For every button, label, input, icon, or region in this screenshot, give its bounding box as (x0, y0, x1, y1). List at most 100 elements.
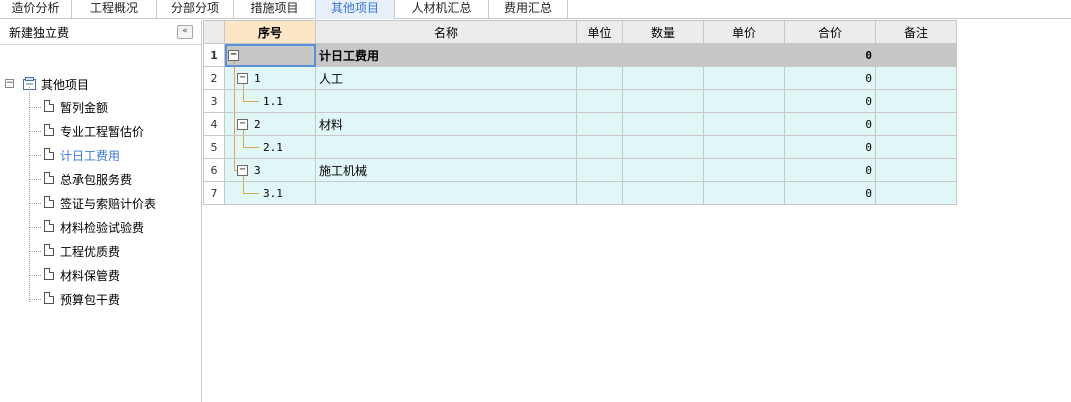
remarks-cell[interactable] (875, 181, 957, 205)
seq-cell[interactable]: − 3 (224, 158, 316, 182)
total-cell[interactable]: 0 (784, 158, 876, 182)
unit-cell[interactable] (576, 66, 623, 90)
quantity-cell[interactable] (622, 43, 704, 67)
row-number[interactable]: 6 (203, 158, 225, 182)
quantity-cell[interactable] (622, 66, 704, 90)
total-cell[interactable]: 0 (784, 66, 876, 90)
quantity-cell[interactable] (622, 135, 704, 159)
seq-cell[interactable]: − 1 (224, 66, 316, 90)
quantity-cell[interactable] (622, 89, 704, 113)
quantity-cell[interactable] (622, 158, 704, 182)
document-icon (44, 220, 54, 232)
minus-box-icon[interactable]: − (237, 165, 248, 176)
total-cell[interactable]: 0 (784, 112, 876, 136)
quantity-cell[interactable] (622, 181, 704, 205)
remarks-cell[interactable] (875, 66, 957, 90)
name-cell[interactable] (315, 89, 577, 113)
daywork-grid: 序号 名称 单位 数量 单价 合价 备注 1 − 计日工费用 0 2 − 1 人… (203, 20, 957, 205)
table-row[interactable]: 7 3.1 0 (203, 181, 957, 205)
table-row[interactable]: 4 − 2 材料 0 (203, 112, 957, 136)
tab-other-items[interactable]: 其他项目 (316, 0, 395, 19)
total-cell[interactable]: 0 (784, 135, 876, 159)
name-cell[interactable]: 人工 (315, 66, 577, 90)
seq-cell[interactable]: − (224, 43, 316, 67)
table-row[interactable]: 5 2.1 0 (203, 135, 957, 159)
unit-cell[interactable] (576, 158, 623, 182)
tree-item-budget-lump-sum-fee[interactable]: 预算包干费 (0, 290, 200, 310)
column-header-seq[interactable]: 序号 (224, 20, 316, 44)
remarks-cell[interactable] (875, 112, 957, 136)
column-header-remarks[interactable]: 备注 (875, 20, 957, 44)
unit-price-cell[interactable] (703, 112, 785, 136)
tab-project-overview[interactable]: 工程概况 (72, 0, 157, 19)
minus-box-icon[interactable]: − (237, 119, 248, 130)
table-row[interactable]: 1 − 计日工费用 0 (203, 43, 957, 67)
unit-cell[interactable] (576, 135, 623, 159)
tab-measures[interactable]: 措施项目 (234, 0, 316, 19)
row-number[interactable]: 7 (203, 181, 225, 205)
unit-cell[interactable] (576, 112, 623, 136)
total-cell[interactable]: 0 (784, 181, 876, 205)
row-number[interactable]: 3 (203, 89, 225, 113)
seq-text: 3 (254, 164, 261, 177)
column-header-unit[interactable]: 单位 (576, 20, 623, 44)
tree-item-general-contract-service-fee[interactable]: 总承包服务费 (0, 170, 200, 190)
name-cell[interactable] (315, 135, 577, 159)
unit-cell[interactable] (576, 181, 623, 205)
unit-price-cell[interactable] (703, 43, 785, 67)
column-header-quantity[interactable]: 数量 (622, 20, 704, 44)
tree-item-quality-fee[interactable]: 工程优质费 (0, 242, 200, 262)
unit-cell[interactable] (576, 43, 623, 67)
seq-cell[interactable]: − 2 (224, 112, 316, 136)
column-header-name[interactable]: 名称 (315, 20, 577, 44)
minus-box-icon[interactable]: − (5, 79, 14, 88)
document-icon (44, 244, 54, 256)
row-number[interactable]: 4 (203, 112, 225, 136)
name-cell[interactable]: 材料 (315, 112, 577, 136)
unit-price-cell[interactable] (703, 158, 785, 182)
new-independent-fee-button[interactable]: 新建独立费 (9, 24, 69, 41)
unit-price-cell[interactable] (703, 89, 785, 113)
seq-cell[interactable]: 1.1 (224, 89, 316, 113)
tree-item-material-storage-fee[interactable]: 材料保管费 (0, 266, 200, 286)
document-icon (44, 100, 54, 112)
tab-sub-items[interactable]: 分部分项 (157, 0, 234, 19)
seq-cell[interactable]: 3.1 (224, 181, 316, 205)
table-row[interactable]: 3 1.1 0 (203, 89, 957, 113)
tree-item-visa-claims-table[interactable]: 签证与索赔计价表 (0, 194, 200, 214)
remarks-cell[interactable] (875, 89, 957, 113)
total-cell[interactable]: 0 (784, 89, 876, 113)
total-cell[interactable]: 0 (784, 43, 876, 67)
minus-box-icon[interactable]: − (228, 50, 239, 61)
tree-item-specialty-provisional-price[interactable]: 专业工程暂估价 (0, 122, 200, 142)
unit-price-cell[interactable] (703, 181, 785, 205)
remarks-cell[interactable] (875, 135, 957, 159)
tree-root-other-items[interactable]: − 其他项目 (0, 75, 200, 93)
tree-item-daywork-fee[interactable]: 计日工费用 (0, 146, 200, 166)
corner-header (203, 20, 225, 44)
name-cell[interactable]: 计日工费用 (315, 43, 577, 67)
unit-cell[interactable] (576, 89, 623, 113)
tab-cost-analysis[interactable]: 造价分析 (0, 0, 72, 19)
row-number[interactable]: 2 (203, 66, 225, 90)
tree-item-material-testing-fee[interactable]: 材料检验试验费 (0, 218, 200, 238)
minus-box-icon[interactable]: − (237, 73, 248, 84)
row-number[interactable]: 1 (203, 43, 225, 67)
tab-fee-summary[interactable]: 费用汇总 (489, 0, 568, 19)
quantity-cell[interactable] (622, 112, 704, 136)
unit-price-cell[interactable] (703, 135, 785, 159)
remarks-cell[interactable] (875, 43, 957, 67)
tree-item-provisional-sum[interactable]: 暂列金额 (0, 98, 200, 118)
name-cell[interactable] (315, 181, 577, 205)
remarks-cell[interactable] (875, 158, 957, 182)
row-number[interactable]: 5 (203, 135, 225, 159)
table-row[interactable]: 6 − 3 施工机械 0 (203, 158, 957, 182)
seq-cell[interactable]: 2.1 (224, 135, 316, 159)
name-cell[interactable]: 施工机械 (315, 158, 577, 182)
tab-labor-material-summary[interactable]: 人材机汇总 (395, 0, 489, 19)
unit-price-cell[interactable] (703, 66, 785, 90)
column-header-total[interactable]: 合价 (784, 20, 876, 44)
table-row[interactable]: 2 − 1 人工 0 (203, 66, 957, 90)
column-header-unit-price[interactable]: 单价 (703, 20, 785, 44)
double-chevron-left-icon[interactable]: « (177, 25, 193, 39)
